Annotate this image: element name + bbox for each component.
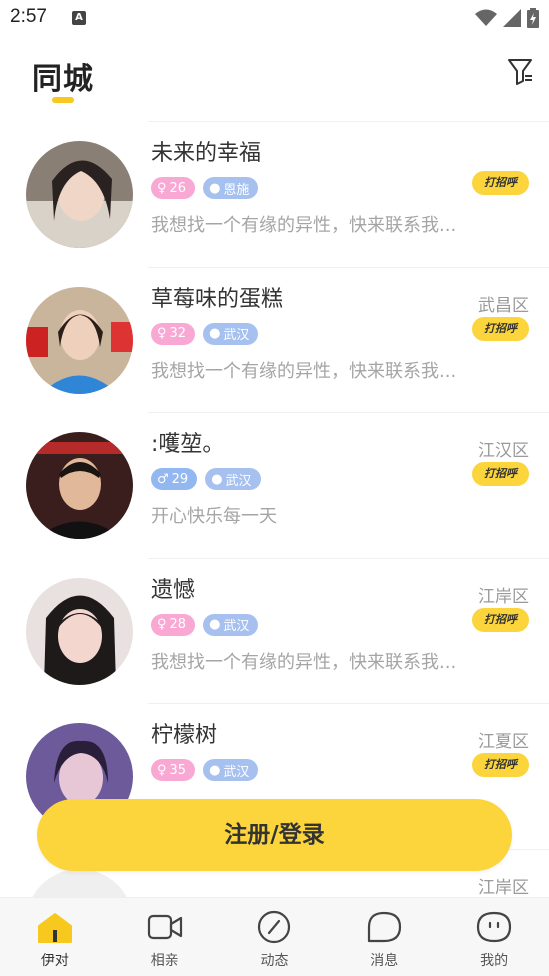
filter-icon xyxy=(508,59,532,85)
list-item[interactable]: 草莓味的蛋糕 武昌区 ♀ 32 ● 武汉 打招呼 我想找一个有缘的异性，快来联系我.… xyxy=(0,266,549,413)
profile-icon xyxy=(476,911,512,943)
location-tag: ● 武汉 xyxy=(203,613,259,636)
location-tag: ● 武汉 xyxy=(203,759,259,781)
wifi-icon xyxy=(475,9,497,26)
user-list[interactable]: 未来的幸福 ♀ 26 ● 恩施 打招呼 我想找一个有缘的异性，快来联系我... 草莓… xyxy=(0,121,549,897)
user-district: 武昌区 xyxy=(478,295,529,316)
greet-button[interactable]: 打招呼 xyxy=(472,316,529,341)
location-pin-icon: ● xyxy=(211,471,223,487)
location-pin-icon: ● xyxy=(209,180,221,196)
age-tag: ♀ 32 xyxy=(151,322,196,345)
user-tags: ♂ 29 ● 武汉 xyxy=(151,468,261,490)
tab-label: 相亲 xyxy=(150,953,179,969)
tab-moments[interactable]: 动态 xyxy=(220,898,330,976)
user-tags: ♀ 32 ● 武汉 xyxy=(151,322,259,345)
age-tag: ♂ 29 xyxy=(151,468,198,490)
location-pin-icon: ● xyxy=(209,326,221,341)
location-pin-icon: ● xyxy=(209,617,221,632)
status-notification-icon: A xyxy=(72,11,86,25)
female-icon: ♀ xyxy=(157,617,167,632)
compass-icon xyxy=(258,910,291,944)
divider xyxy=(148,412,549,413)
status-icons xyxy=(475,8,539,28)
avatar[interactable] xyxy=(26,286,133,394)
user-bio: 我想找一个有缘的异性，快来联系我... xyxy=(151,215,457,236)
user-district: 江汉区 xyxy=(478,441,529,461)
tab-messages[interactable]: 消息 xyxy=(329,898,439,976)
user-name: 遗憾 xyxy=(151,577,196,603)
tab-label: 消息 xyxy=(370,953,399,969)
user-name: 未来的幸福 xyxy=(151,141,262,166)
status-time: 2:57 xyxy=(10,6,47,27)
location-tag: ● 武汉 xyxy=(205,468,261,490)
tab-blind-date[interactable]: 相亲 xyxy=(110,898,220,976)
message-icon xyxy=(368,911,402,943)
female-icon: ♀ xyxy=(157,180,167,196)
page-title: 同城 xyxy=(32,62,94,97)
home-icon xyxy=(37,913,72,943)
age-tag: ♀ 26 xyxy=(151,177,196,199)
user-name: 柠檬树 xyxy=(151,723,218,748)
video-icon xyxy=(147,914,182,940)
status-bar: 2:57 A xyxy=(0,0,549,38)
female-icon: ♀ xyxy=(157,762,167,778)
greet-button[interactable]: 打招呼 xyxy=(472,171,529,195)
user-bio: 我想找一个有缘的异性，快来联系我... xyxy=(151,360,457,382)
register-login-button[interactable]: 注册/登录 xyxy=(37,799,512,871)
header: 同城 xyxy=(0,40,549,120)
female-icon: ♀ xyxy=(157,326,167,341)
tab-profile[interactable]: 我的 xyxy=(439,898,549,976)
avatar[interactable] xyxy=(26,141,133,248)
signal-icon xyxy=(503,9,521,27)
tab-home[interactable]: 伊对 xyxy=(0,898,110,976)
user-tags: ♀ 35 ● 武汉 xyxy=(151,759,259,781)
male-icon: ♂ xyxy=(157,471,169,487)
user-district: 江岸区 xyxy=(478,877,529,898)
avatar[interactable] xyxy=(26,868,133,897)
avatar[interactable] xyxy=(26,432,133,539)
user-bio: 开心快乐每一天 xyxy=(151,506,277,527)
location-pin-icon: ● xyxy=(209,762,221,778)
battery-icon xyxy=(527,8,539,28)
avatar[interactable] xyxy=(26,577,133,685)
user-tags: ♀ 26 ● 恩施 xyxy=(151,177,259,199)
tab-label: 我的 xyxy=(480,953,509,969)
user-name: 草莓味的蛋糕 xyxy=(151,286,284,312)
greet-button[interactable]: 打招呼 xyxy=(472,462,529,486)
bottom-tab-bar: 伊对 相亲 动态 消息 我的 xyxy=(0,897,549,976)
age-tag: ♀ 28 xyxy=(151,613,196,636)
location-tag: ● 恩施 xyxy=(203,177,259,199)
greet-button[interactable]: 打招呼 xyxy=(472,607,529,632)
filter-button[interactable] xyxy=(505,54,535,88)
age-tag: ♀ 35 xyxy=(151,759,196,781)
user-district: 江夏区 xyxy=(478,732,529,752)
user-tags: ♀ 28 ● 武汉 xyxy=(151,613,259,636)
tab-label: 伊对 xyxy=(40,953,69,969)
list-item[interactable]: 未来的幸福 ♀ 26 ● 恩施 打招呼 我想找一个有缘的异性，快来联系我... xyxy=(0,121,549,267)
user-bio: 我想找一个有缘的异性，快来联系我... xyxy=(151,651,457,673)
list-item[interactable]: 遗憾 江岸区 ♀ 28 ● 武汉 打招呼 我想找一个有缘的异性，快来联系我... xyxy=(0,557,549,704)
list-item[interactable]: :嚄堃。 江汉区 ♂ 29 ● 武汉 打招呼 开心快乐每一天 xyxy=(0,412,549,558)
divider xyxy=(148,557,549,559)
user-name: :嚄堃。 xyxy=(151,432,225,457)
location-tag: ● 武汉 xyxy=(203,322,259,345)
greet-button[interactable]: 打招呼 xyxy=(472,753,529,777)
divider xyxy=(148,703,549,704)
user-district: 江岸区 xyxy=(478,586,529,607)
title-underline xyxy=(52,97,74,103)
divider xyxy=(148,121,549,122)
tab-label: 动态 xyxy=(260,953,289,969)
divider xyxy=(148,266,549,268)
